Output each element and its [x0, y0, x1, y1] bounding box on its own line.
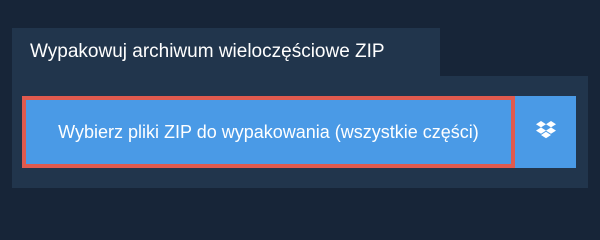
select-zip-files-button[interactable]: Wybierz pliki ZIP do wypakowania (wszyst… [22, 96, 515, 168]
page-title: Wypakowuj archiwum wieloczęściowe ZIP [12, 28, 440, 76]
select-zip-files-label: Wybierz pliki ZIP do wypakowania (wszyst… [58, 121, 479, 142]
dropbox-button[interactable] [515, 96, 576, 168]
dropbox-icon [535, 120, 556, 144]
upload-panel: Wybierz pliki ZIP do wypakowania (wszyst… [12, 76, 588, 188]
